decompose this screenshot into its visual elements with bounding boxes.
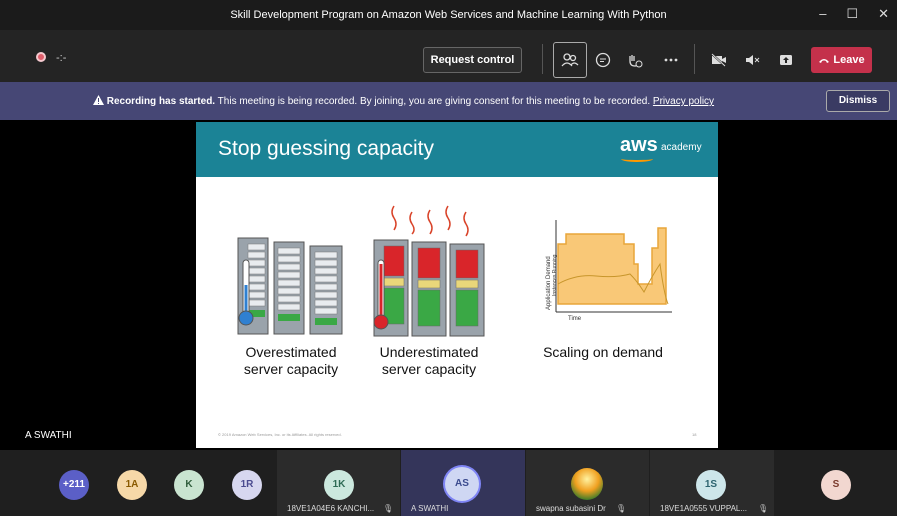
close-button[interactable]: ✕ [878, 6, 889, 22]
participant-tile[interactable]: swapna subasini Dr 🎙︎ [526, 450, 649, 516]
scaling-chart-graphic: Application Demand Instances Running Tim… [546, 220, 672, 322]
caption-scaling: Scaling on demand [543, 344, 663, 360]
avatar-initials: 1K [332, 479, 346, 490]
avatar-initials: 1S [704, 479, 718, 490]
meeting-timer: -:- [56, 52, 67, 64]
caption-overestimated: Overestimated server capacity [243, 344, 339, 377]
avatar-initials: 1R [240, 479, 254, 490]
participant-tile[interactable]: 1S 18VE1A0555 VUPPAL... 🎙︎ [650, 450, 774, 516]
avatar: S [821, 470, 851, 500]
participant-name: swapna subasini Dr [536, 504, 606, 513]
dismiss-button[interactable]: Dismiss [826, 90, 890, 112]
mic-off-icon: 🎙︎ [383, 504, 394, 513]
toolbar-divider [542, 44, 543, 74]
warning-icon [92, 95, 107, 107]
participant-name: 18VE1A04E6 KANCHI... [287, 504, 375, 513]
participant-tile-active[interactable]: AS A SWATHI [401, 450, 525, 516]
participant-tile[interactable]: 1K 18VE1A04E6 KANCHI... 🎙︎ [277, 450, 400, 516]
camera-off-icon[interactable] [706, 47, 732, 73]
slide-header: Stop guessing capacity aws academy [196, 122, 718, 177]
underestimated-servers-graphic [373, 205, 485, 337]
avatar[interactable]: 1R [232, 470, 262, 500]
meeting-toolbar: -:- Request control Leave [0, 30, 897, 82]
window-title: Skill Development Program on Amazon Web … [230, 9, 667, 21]
request-control-button[interactable]: Request control [423, 47, 522, 73]
avatar-initials: +211 [63, 479, 85, 490]
presenter-name: A SWATHI [25, 430, 72, 441]
avatar: 1K [324, 470, 354, 500]
leave-label: Leave [833, 54, 865, 66]
chart-xlabel-time: Time [568, 316, 582, 322]
chart-ylabel-instances: Instances Running [552, 254, 558, 296]
toolbar-divider [694, 44, 695, 74]
more-icon[interactable] [658, 47, 684, 73]
aws-academy-text: academy [661, 142, 702, 153]
slide-page-number: 18 [692, 432, 697, 437]
avatar[interactable]: 1A [117, 470, 147, 500]
slide-copyright: © 2019 Amazon Web Services, Inc. or its … [218, 432, 342, 437]
banner-message: This meeting is being recorded. By joini… [215, 96, 653, 107]
recording-indicator-icon [36, 52, 46, 62]
participant-name: 18VE1A0555 VUPPAL... [660, 504, 748, 513]
avatar-initials: S [832, 479, 840, 490]
shared-content-stage: Stop guessing capacity aws academy Overe… [0, 120, 897, 450]
avatar: AS [445, 467, 479, 501]
slide-title: Stop guessing capacity [218, 137, 434, 160]
minimize-button[interactable]: – [819, 6, 826, 22]
phone-icon [818, 54, 833, 66]
overestimated-servers-graphic [237, 237, 343, 335]
presentation-slide: Stop guessing capacity aws academy Overe… [196, 122, 718, 448]
banner-bold-text: Recording has started. [106, 96, 216, 107]
avatar-photo [571, 468, 603, 500]
chat-icon[interactable] [590, 47, 616, 73]
maximize-button[interactable]: ☐ [846, 6, 858, 22]
title-bar: Skill Development Program on Amazon Web … [0, 0, 897, 30]
recording-banner: Recording has started. This meeting is b… [0, 82, 897, 120]
speaker-icon[interactable] [740, 47, 766, 73]
avatar: 1S [696, 470, 726, 500]
mic-off-icon: 🎙︎ [616, 504, 627, 513]
participant-name: A SWATHI [411, 504, 449, 513]
people-icon[interactable] [553, 42, 587, 78]
share-icon[interactable] [773, 47, 799, 73]
caption-underestimated: Underestimated server capacity [379, 344, 479, 377]
aws-smile-icon [621, 156, 653, 162]
reactions-icon[interactable] [622, 47, 648, 73]
mic-off-icon: 🎙︎ [758, 504, 769, 513]
participant-tile[interactable]: S [775, 450, 897, 516]
avatar-initials: 1A [125, 479, 139, 490]
avatar-initials: AS [455, 478, 469, 489]
overflow-participants-avatar[interactable]: +211 [59, 470, 89, 500]
leave-button[interactable]: Leave [811, 47, 872, 73]
avatar[interactable]: K [174, 470, 204, 500]
aws-logo: aws [620, 134, 658, 156]
participants-strip: +211 1A K 1R 1K 18VE1A04E6 KANCHI... 🎙︎ … [0, 450, 897, 516]
avatar-initials: K [185, 479, 193, 490]
privacy-policy-link[interactable]: Privacy policy [653, 96, 714, 107]
